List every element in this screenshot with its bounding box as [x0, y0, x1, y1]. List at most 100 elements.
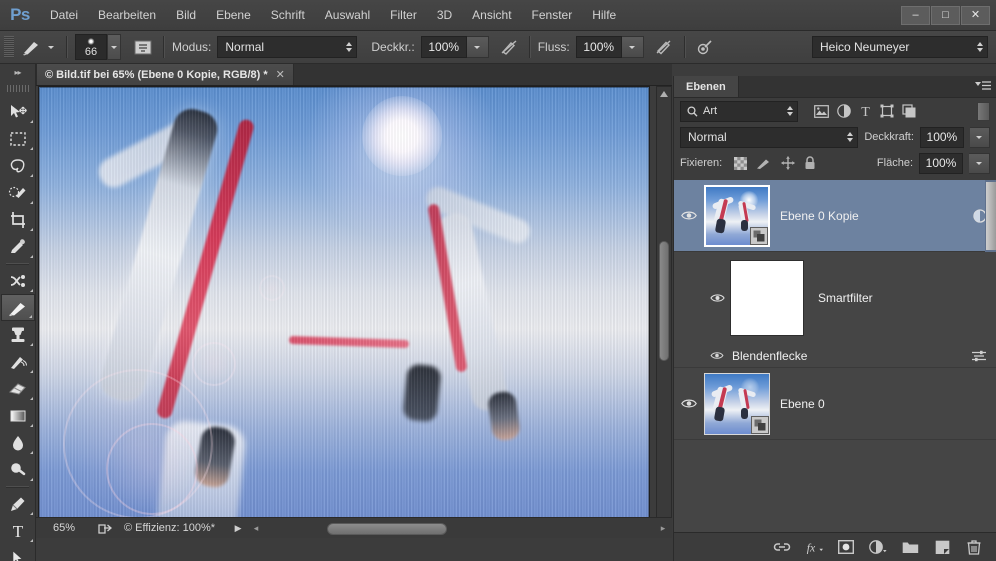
add-layer-style-icon[interactable]: fx [805, 538, 823, 556]
smart-filter-mask-thumbnail[interactable] [730, 260, 804, 336]
healing-brush-tool[interactable] [1, 267, 35, 294]
close-icon[interactable]: ✕ [276, 68, 285, 81]
pixel-filter-icon[interactable] [814, 104, 829, 118]
layer-opacity-input[interactable]: 100% [919, 126, 964, 148]
table-row[interactable]: Ebene 0 [674, 368, 996, 440]
filter-enable-toggle[interactable] [977, 101, 990, 121]
vertical-scroll-thumb[interactable] [659, 241, 669, 361]
history-brush-tool[interactable] [1, 348, 35, 375]
layer-thumbnail[interactable] [704, 184, 770, 247]
menu-ebene[interactable]: Ebene [206, 0, 261, 30]
options-bar-grip[interactable] [4, 36, 14, 58]
lock-image-icon[interactable] [756, 157, 772, 170]
new-group-icon[interactable] [901, 538, 919, 556]
table-row[interactable]: Ebene 0 Kopie [674, 180, 996, 252]
workspace-select[interactable]: Heico Neumeyer [812, 36, 988, 58]
delete-layer-icon[interactable] [965, 538, 983, 556]
layer-thumbnail[interactable] [704, 372, 770, 435]
brush-tool[interactable] [0, 294, 35, 321]
menu-3d[interactable]: 3D [427, 0, 462, 30]
lock-position-icon[interactable] [781, 156, 795, 170]
gradient-tool[interactable] [1, 402, 35, 429]
layer-fill-input[interactable]: 100% [919, 152, 963, 174]
filter-options-icon[interactable] [971, 350, 987, 362]
new-layer-icon[interactable] [933, 538, 951, 556]
menu-bild[interactable]: Bild [166, 0, 206, 30]
panel-menu-icon[interactable] [970, 76, 996, 97]
new-adjustment-layer-icon[interactable] [869, 538, 887, 556]
document-tab[interactable]: © Bild.tif bei 65% (Ebene 0 Kopie, RGB/8… [36, 63, 294, 85]
shape-filter-icon[interactable] [880, 104, 894, 118]
toolbar-grip[interactable] [6, 82, 29, 94]
move-tool[interactable] [1, 98, 35, 125]
opacity-dropdown[interactable] [466, 36, 489, 58]
filter-type-select[interactable]: Art [680, 100, 798, 122]
airbrush-icon[interactable] [652, 35, 676, 59]
tablet-pressure-size-icon[interactable] [693, 35, 717, 59]
menu-schrift[interactable]: Schrift [261, 0, 315, 30]
link-layers-icon[interactable] [773, 538, 791, 556]
zoom-level[interactable]: 65% [36, 522, 92, 534]
crop-tool[interactable] [1, 206, 35, 233]
scroll-left-arrow[interactable]: ◂ [247, 523, 265, 534]
blur-tool[interactable] [1, 429, 35, 456]
flow-input[interactable]: 100% [575, 36, 622, 58]
canvas-vertical-scrollbar[interactable] [656, 86, 672, 536]
flow-dropdown[interactable] [621, 36, 644, 58]
vertical-scroll-track[interactable] [656, 101, 672, 521]
dodge-tool[interactable] [1, 456, 35, 483]
brush-size-dropdown[interactable] [107, 34, 121, 60]
eyedropper-tool[interactable] [1, 233, 35, 260]
minimize-button[interactable]: – [901, 5, 930, 25]
brush-preset-icon[interactable] [20, 35, 44, 59]
adjustment-filter-icon[interactable] [837, 104, 851, 118]
lock-all-icon[interactable] [804, 156, 816, 170]
share-icon[interactable] [92, 522, 118, 535]
smart-filter-row[interactable]: Smartfilter [674, 252, 996, 344]
marquee-tool[interactable] [1, 125, 35, 152]
layer-name[interactable]: Ebene 0 [780, 397, 996, 411]
status-expand-arrow[interactable]: ▶ [229, 523, 247, 534]
layer-visibility-toggle[interactable] [674, 398, 704, 409]
scroll-right-arrow[interactable]: ▸ [654, 523, 672, 534]
lasso-tool[interactable] [1, 152, 35, 179]
layer-name[interactable]: Ebene 0 Kopie [780, 209, 963, 223]
scroll-up-icon[interactable] [656, 87, 672, 101]
toolbar-collapse-button[interactable]: ▸▸ [0, 64, 35, 80]
type-filter-icon[interactable]: T [859, 104, 872, 118]
menu-filter[interactable]: Filter [380, 0, 427, 30]
layer-fill-dropdown[interactable] [969, 152, 990, 174]
layer-visibility-toggle[interactable] [674, 210, 704, 221]
tablet-pressure-opacity-icon[interactable] [497, 35, 521, 59]
menu-bearbeiten[interactable]: Bearbeiten [88, 0, 166, 30]
panel-scroll-thumb[interactable] [986, 182, 996, 250]
opacity-input[interactable]: 100% [420, 36, 467, 58]
tab-ebenen[interactable]: Ebenen [674, 76, 739, 97]
layers-list[interactable]: Ebene 0 Kopie Smartfilter Blendenflecke … [674, 180, 996, 532]
close-button[interactable]: ✕ [961, 5, 990, 25]
menu-auswahl[interactable]: Auswahl [315, 0, 380, 30]
clone-stamp-tool[interactable] [1, 321, 35, 348]
menu-hilfe[interactable]: Hilfe [582, 0, 626, 30]
blend-mode-select[interactable]: Normal [217, 36, 358, 58]
path-selection-tool[interactable] [1, 544, 35, 561]
quick-selection-tool[interactable] [1, 179, 35, 206]
eraser-tool[interactable] [1, 375, 35, 402]
layer-opacity-dropdown[interactable] [969, 126, 990, 148]
lock-transparency-icon[interactable] [734, 156, 748, 170]
maximize-button[interactable]: □ [931, 5, 960, 25]
smart-filter-visibility-toggle[interactable] [704, 293, 730, 303]
smart-filter-item[interactable]: Blendenflecke [674, 344, 996, 368]
smart-filter-item-visibility-toggle[interactable] [710, 351, 724, 360]
menu-datei[interactable]: Datei [40, 0, 88, 30]
menu-ansicht[interactable]: Ansicht [462, 0, 521, 30]
brush-preset-dropdown[interactable] [44, 35, 58, 59]
horizontal-scroll-track[interactable] [267, 521, 652, 536]
type-tool[interactable]: T [1, 517, 35, 544]
brush-size-field[interactable]: 66 [75, 34, 107, 60]
pen-tool[interactable] [1, 490, 35, 517]
add-layer-mask-icon[interactable] [837, 538, 855, 556]
brush-panel-icon[interactable] [131, 35, 155, 59]
layer-blend-mode-select[interactable]: Normal [680, 126, 859, 148]
panel-scrollbar[interactable] [985, 180, 996, 252]
